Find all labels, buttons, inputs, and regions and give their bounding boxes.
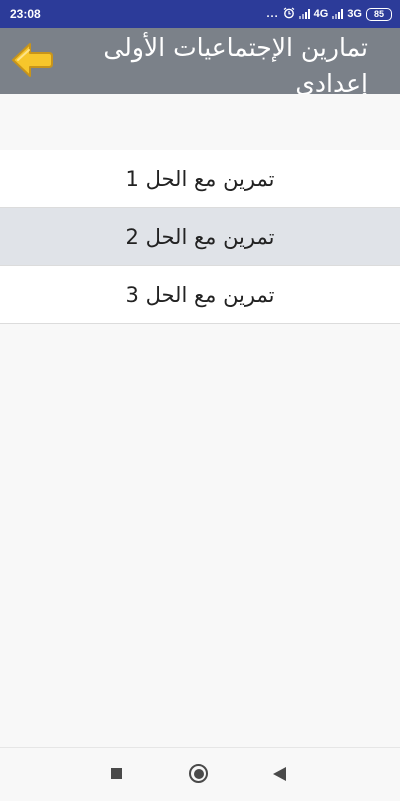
status-bar: 23:08 ... 4G 3G 85 xyxy=(0,0,400,28)
battery-icon: 85 xyxy=(366,7,392,21)
back-button[interactable] xyxy=(10,40,54,80)
app-bar: تمارين الإجتماعيات الأولى إعدادي xyxy=(0,28,400,94)
signal-icon-1 xyxy=(298,9,310,19)
triangle-back-icon[interactable] xyxy=(273,767,286,781)
arrow-left-icon xyxy=(12,43,53,77)
overflow-dots-icon: ... xyxy=(266,8,279,20)
list-item-exercise-3[interactable]: تمرين مع الحل 3 xyxy=(0,266,400,324)
exercise-list: تمرين مع الحل 1 تمرين مع الحل 2 تمرين مع… xyxy=(0,150,400,324)
circle-home-icon[interactable] xyxy=(189,764,208,783)
square-recents-icon[interactable] xyxy=(111,768,122,779)
navigation-bar xyxy=(0,747,400,801)
signal-icon-2 xyxy=(332,9,344,19)
list-item-exercise-2[interactable]: تمرين مع الحل 2 xyxy=(0,208,400,266)
network-type-2: 3G xyxy=(347,8,362,20)
list-item-exercise-1[interactable]: تمرين مع الحل 1 xyxy=(0,150,400,208)
alarm-icon xyxy=(283,7,295,22)
network-type-1: 4G xyxy=(313,8,329,20)
page-title: تمارين الإجتماعيات الأولى إعدادي xyxy=(103,33,368,94)
status-time: 23:08 xyxy=(10,7,41,21)
